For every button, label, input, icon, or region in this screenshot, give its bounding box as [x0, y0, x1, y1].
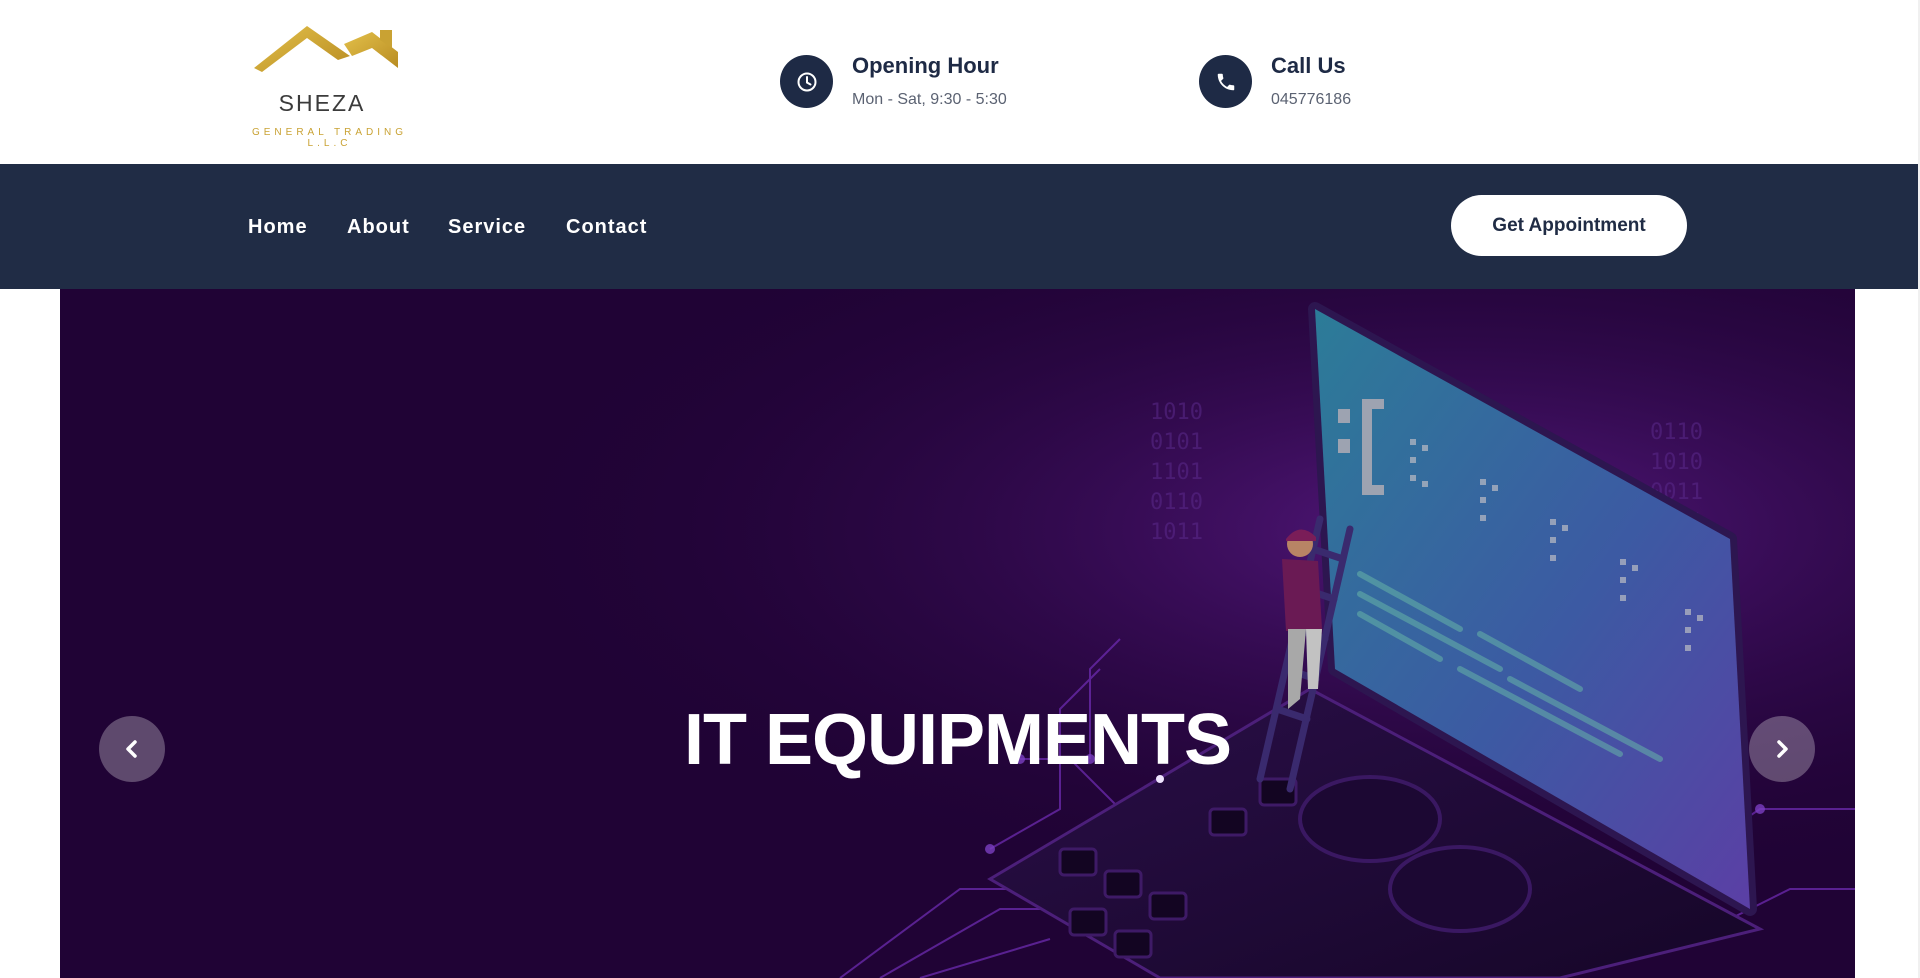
get-appointment-button[interactable]: Get Appointment [1451, 195, 1687, 256]
carousel-next-button[interactable] [1749, 716, 1815, 782]
company-logo[interactable]: SHEZA GENERAL TRADING L.L.C [232, 20, 427, 149]
opening-hour-text: Mon - Sat, 9:30 - 5:30 [852, 91, 1007, 108]
main-navbar: Home About Service Contact Get Appointme… [0, 164, 1918, 289]
logo-tagline: GENERAL TRADING L.L.C [251, 127, 408, 149]
nav-home[interactable]: Home [248, 216, 308, 239]
call-us-title: Call Us [1271, 53, 1346, 78]
nav-contact[interactable]: Contact [566, 216, 647, 239]
chevron-left-icon [126, 740, 137, 758]
carousel-prev-button[interactable] [99, 716, 165, 782]
call-us-phone[interactable]: 045776186 [1271, 91, 1351, 109]
svg-text:1011: 1011 [1150, 520, 1203, 545]
svg-text:1101: 1101 [1150, 460, 1203, 485]
svg-text:0101: 0101 [1150, 430, 1203, 455]
logo-name: SHEZA [278, 90, 366, 116]
svg-text:0110: 0110 [1650, 420, 1703, 445]
hero-title: IT EQUIPMENTS [683, 700, 1232, 780]
svg-text:1010: 1010 [1650, 450, 1703, 475]
svg-text:1010: 1010 [1150, 400, 1203, 425]
opening-hour-title: Opening Hour [852, 53, 999, 78]
chevron-right-icon [1777, 740, 1788, 758]
nav-about[interactable]: About [347, 216, 410, 239]
nav-service[interactable]: Service [448, 216, 526, 239]
clock-icon [780, 55, 833, 108]
hero-illustration: 10100101 11010110 1011 01101010 00111101… [60, 289, 1855, 978]
phone-icon[interactable] [1199, 55, 1252, 108]
top-header: SHEZA GENERAL TRADING L.L.C Opening Hour… [0, 0, 1920, 164]
roof-logo-icon [254, 26, 398, 72]
hero-carousel: 10100101 11010110 1011 01101010 00111101… [60, 289, 1855, 978]
svg-text:0110: 0110 [1150, 490, 1203, 515]
